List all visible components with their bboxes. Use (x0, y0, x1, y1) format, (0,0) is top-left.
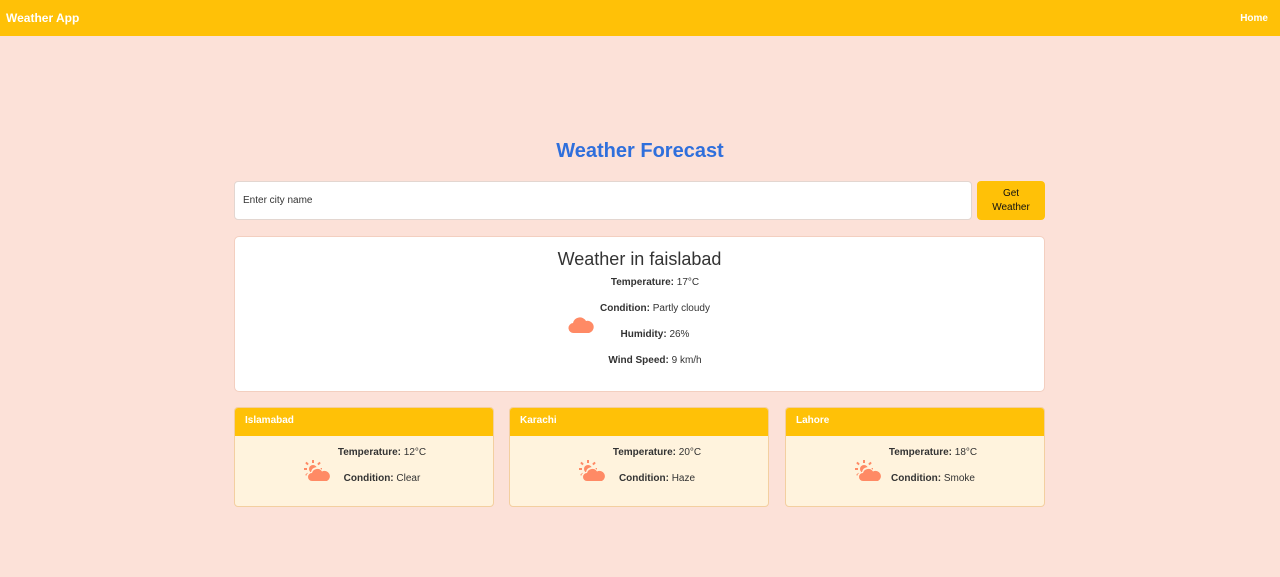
city-condition-line: Condition: Clear (343, 473, 421, 484)
city-card-islamabad[interactable]: Islamabad Temperature: 12°C Condition: C… (234, 407, 494, 507)
current-weather-card: Weather in faislabad Temperature: 17°C C… (234, 236, 1045, 392)
city-condition-line: Condition: Smoke (891, 473, 975, 484)
temperature-value: 17°C (676, 277, 700, 288)
humidity-value: 26% (669, 329, 690, 340)
get-weather-button[interactable]: Get Weather (977, 181, 1045, 220)
city-card-lahore[interactable]: Lahore Temperature: 18°C Condition: Smok… (785, 407, 1045, 507)
city-condition-line: Condition: Haze (618, 473, 696, 484)
wind-speed-line: Wind Speed: 9 km/h (608, 355, 702, 366)
city-name: Lahore (786, 408, 1044, 436)
nav-home-link[interactable]: Home (1240, 13, 1268, 24)
city-temperature-line: Temperature: 20°C (612, 447, 702, 458)
current-weather-details: Temperature: 17°C Condition: Partly clou… (590, 277, 720, 381)
condition-value: Partly cloudy (652, 303, 710, 314)
city-search-input[interactable] (234, 181, 972, 220)
city-details: Temperature: 12°C Condition: Clear (327, 447, 437, 499)
wind-speed-value: 9 km/h (671, 355, 702, 366)
city-name: Islamabad (235, 408, 493, 436)
city-name: Karachi (510, 408, 768, 436)
city-card-karachi[interactable]: Karachi Temperature: 20°C Condition: Haz… (509, 407, 769, 507)
city-temperature-line: Temperature: 18°C (888, 447, 978, 458)
humidity-line: Humidity: 26% (620, 329, 690, 340)
current-weather-heading: Weather in faislabad (557, 249, 722, 269)
city-temperature-line: Temperature: 12°C (337, 447, 427, 458)
condition-line: Condition: Partly cloudy (599, 303, 710, 314)
app-brand[interactable]: Weather App (6, 11, 79, 25)
city-details: Temperature: 18°C Condition: Smoke (878, 447, 988, 499)
temperature-line: Temperature: 17°C (610, 277, 700, 288)
city-details: Temperature: 20°C Condition: Haze (602, 447, 712, 499)
navbar: Weather App Home (0, 0, 1280, 36)
page-title: Weather Forecast (556, 140, 724, 162)
